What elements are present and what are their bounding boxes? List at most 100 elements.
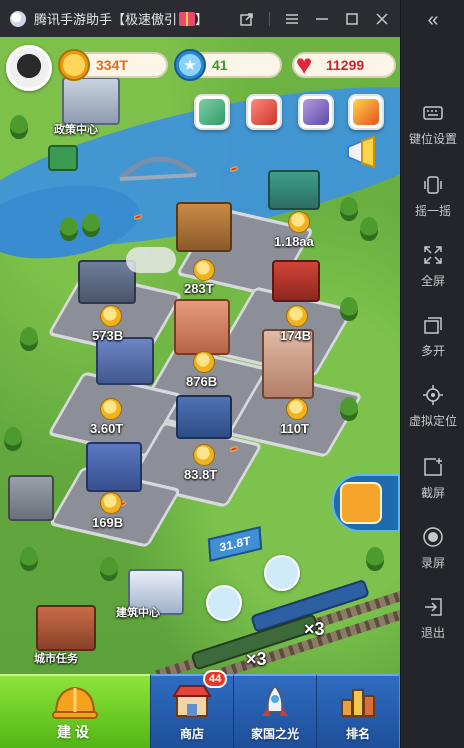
- tab-build-label: 建设: [57, 724, 93, 740]
- coin-collect-icon[interactable]: [100, 305, 122, 327]
- world-button[interactable]: [298, 94, 334, 130]
- coin-collect-icon[interactable]: [193, 259, 215, 281]
- record-icon: [423, 526, 443, 547]
- tree: [366, 547, 384, 571]
- player-avatar[interactable]: [6, 45, 52, 91]
- government-building[interactable]: [62, 77, 120, 125]
- location-icon: [423, 384, 443, 405]
- side-task-button[interactable]: [332, 474, 400, 532]
- bottom-nav: 建设 商店 家国之光 排名: [0, 674, 400, 748]
- sidebar-item-exit[interactable]: 退出: [401, 588, 464, 648]
- sidebar-item-shake[interactable]: 摇一摇: [401, 166, 464, 226]
- coin-collect-icon[interactable]: [100, 398, 122, 420]
- sidebar-item-key-settings[interactable]: 键位设置: [401, 94, 464, 154]
- sidebar-item-record[interactable]: 录屏: [401, 518, 464, 578]
- tree: [340, 397, 358, 421]
- multi-instance-icon: [424, 316, 442, 334]
- app-logo-icon: [10, 10, 26, 27]
- income-label: 169B: [92, 515, 124, 530]
- shop-notification-badge: 44: [203, 670, 228, 688]
- coin-collect-icon[interactable]: [288, 211, 310, 233]
- star-counter[interactable]: ★ 41: [174, 49, 282, 81]
- building-1[interactable]: [268, 170, 320, 210]
- tree: [340, 297, 358, 321]
- sidebar-item-label: 摇一摇: [414, 203, 451, 218]
- shake-icon: [424, 175, 442, 194]
- coin-collect-icon[interactable]: [286, 398, 308, 420]
- tab-shop-label: 商店: [179, 727, 204, 741]
- tree: [82, 213, 100, 237]
- sidebar-item-label: 多开: [420, 343, 445, 358]
- tab-build[interactable]: 建设: [0, 674, 150, 748]
- tree: [340, 197, 358, 221]
- gift-icon[interactable]: [179, 11, 196, 26]
- income-label: 83.8T: [184, 467, 218, 482]
- income-label: 110T: [280, 421, 309, 436]
- pagoda-building[interactable]: [272, 260, 320, 302]
- coin-collect-icon[interactable]: [193, 351, 215, 373]
- maximize-button[interactable]: [344, 11, 360, 27]
- title-bar[interactable]: 腾讯手游助手【极速傲引 】: [0, 0, 400, 37]
- character-button[interactable]: [246, 94, 282, 130]
- star-value: 41: [212, 57, 228, 73]
- tree: [100, 557, 118, 581]
- sidebar-item-fullscreen[interactable]: 全屏: [401, 236, 464, 296]
- tree: [20, 547, 38, 571]
- character-icon: [251, 99, 277, 125]
- coin-collect-icon[interactable]: [100, 492, 122, 514]
- emulator-sidebar: « 键位设置 摇一摇 全屏 多开 虚拟定位 截屏 录屏 退出: [400, 0, 464, 748]
- cargo-reward-bubble[interactable]: [206, 585, 242, 621]
- city-task-building[interactable]: [36, 605, 96, 651]
- shop-icon: [172, 685, 212, 717]
- coin-collect-icon[interactable]: [193, 444, 215, 466]
- minimize-button[interactable]: [314, 11, 330, 27]
- building-2[interactable]: [176, 202, 232, 252]
- sidebar-item-screenshot[interactable]: 截屏: [401, 448, 464, 508]
- building-4[interactable]: [96, 337, 154, 385]
- building-6[interactable]: [176, 395, 232, 439]
- heart-value: 11299: [326, 57, 365, 73]
- construction-center-label: 建筑中心: [116, 607, 160, 619]
- rocket-icon: [262, 684, 288, 716]
- sidebar-item-label: 截屏: [420, 485, 445, 500]
- hardhat-icon: [52, 686, 98, 719]
- sidebar-item-label: 键位设置: [408, 131, 457, 146]
- tab-ranking[interactable]: 排名: [316, 674, 399, 748]
- star-icon: ★: [174, 49, 206, 81]
- bridge-icon: [118, 156, 198, 181]
- building-7[interactable]: [86, 442, 142, 492]
- tree: [360, 217, 378, 241]
- billboard-value: 31.8T: [218, 533, 252, 555]
- popout-window-button[interactable]: [239, 11, 255, 27]
- cargo-multiplier: ×3: [246, 649, 267, 669]
- collapse-sidebar-button[interactable]: «: [401, 0, 464, 40]
- coin-counter[interactable]: 334T: [58, 49, 168, 81]
- tree: [4, 427, 22, 451]
- income-label: 876B: [186, 374, 218, 389]
- screenshot-icon: [424, 457, 442, 476]
- sidebar-item-virtual-location[interactable]: 虚拟定位: [401, 376, 464, 436]
- tab-national-glory-label: 家国之光: [250, 727, 299, 741]
- sidebar-item-label: 录屏: [420, 555, 445, 570]
- game-viewport[interactable]: 334T ★ 41 ♥ 11299 政策中心 建筑中心 城市任务 1.18aa …: [0, 37, 400, 748]
- sidebar-item-multi-instance[interactable]: 多开: [401, 306, 464, 366]
- income-label: 1.18aa: [274, 234, 314, 249]
- tab-national-glory[interactable]: 家国之光: [233, 674, 316, 748]
- megaphone-icon[interactable]: [344, 135, 382, 169]
- tab-ranking-label: 排名: [345, 727, 370, 741]
- train-reward-bubble[interactable]: [264, 555, 300, 591]
- ranking-icon: [341, 689, 375, 717]
- menu-button[interactable]: [284, 11, 300, 27]
- exit-icon: [425, 597, 442, 616]
- anniversary-button[interactable]: [348, 94, 384, 130]
- photo-button[interactable]: [194, 94, 230, 130]
- tree: [20, 327, 38, 351]
- coin-icon: [58, 49, 90, 81]
- building-3[interactable]: [174, 299, 230, 355]
- coin-collect-icon[interactable]: [286, 305, 308, 327]
- train-multiplier: ×3: [304, 619, 325, 639]
- heart-counter[interactable]: ♥ 11299: [292, 49, 396, 80]
- window-controls-divider: [269, 11, 270, 26]
- sidebar-item-label: 全屏: [420, 273, 445, 288]
- close-button[interactable]: [374, 11, 390, 27]
